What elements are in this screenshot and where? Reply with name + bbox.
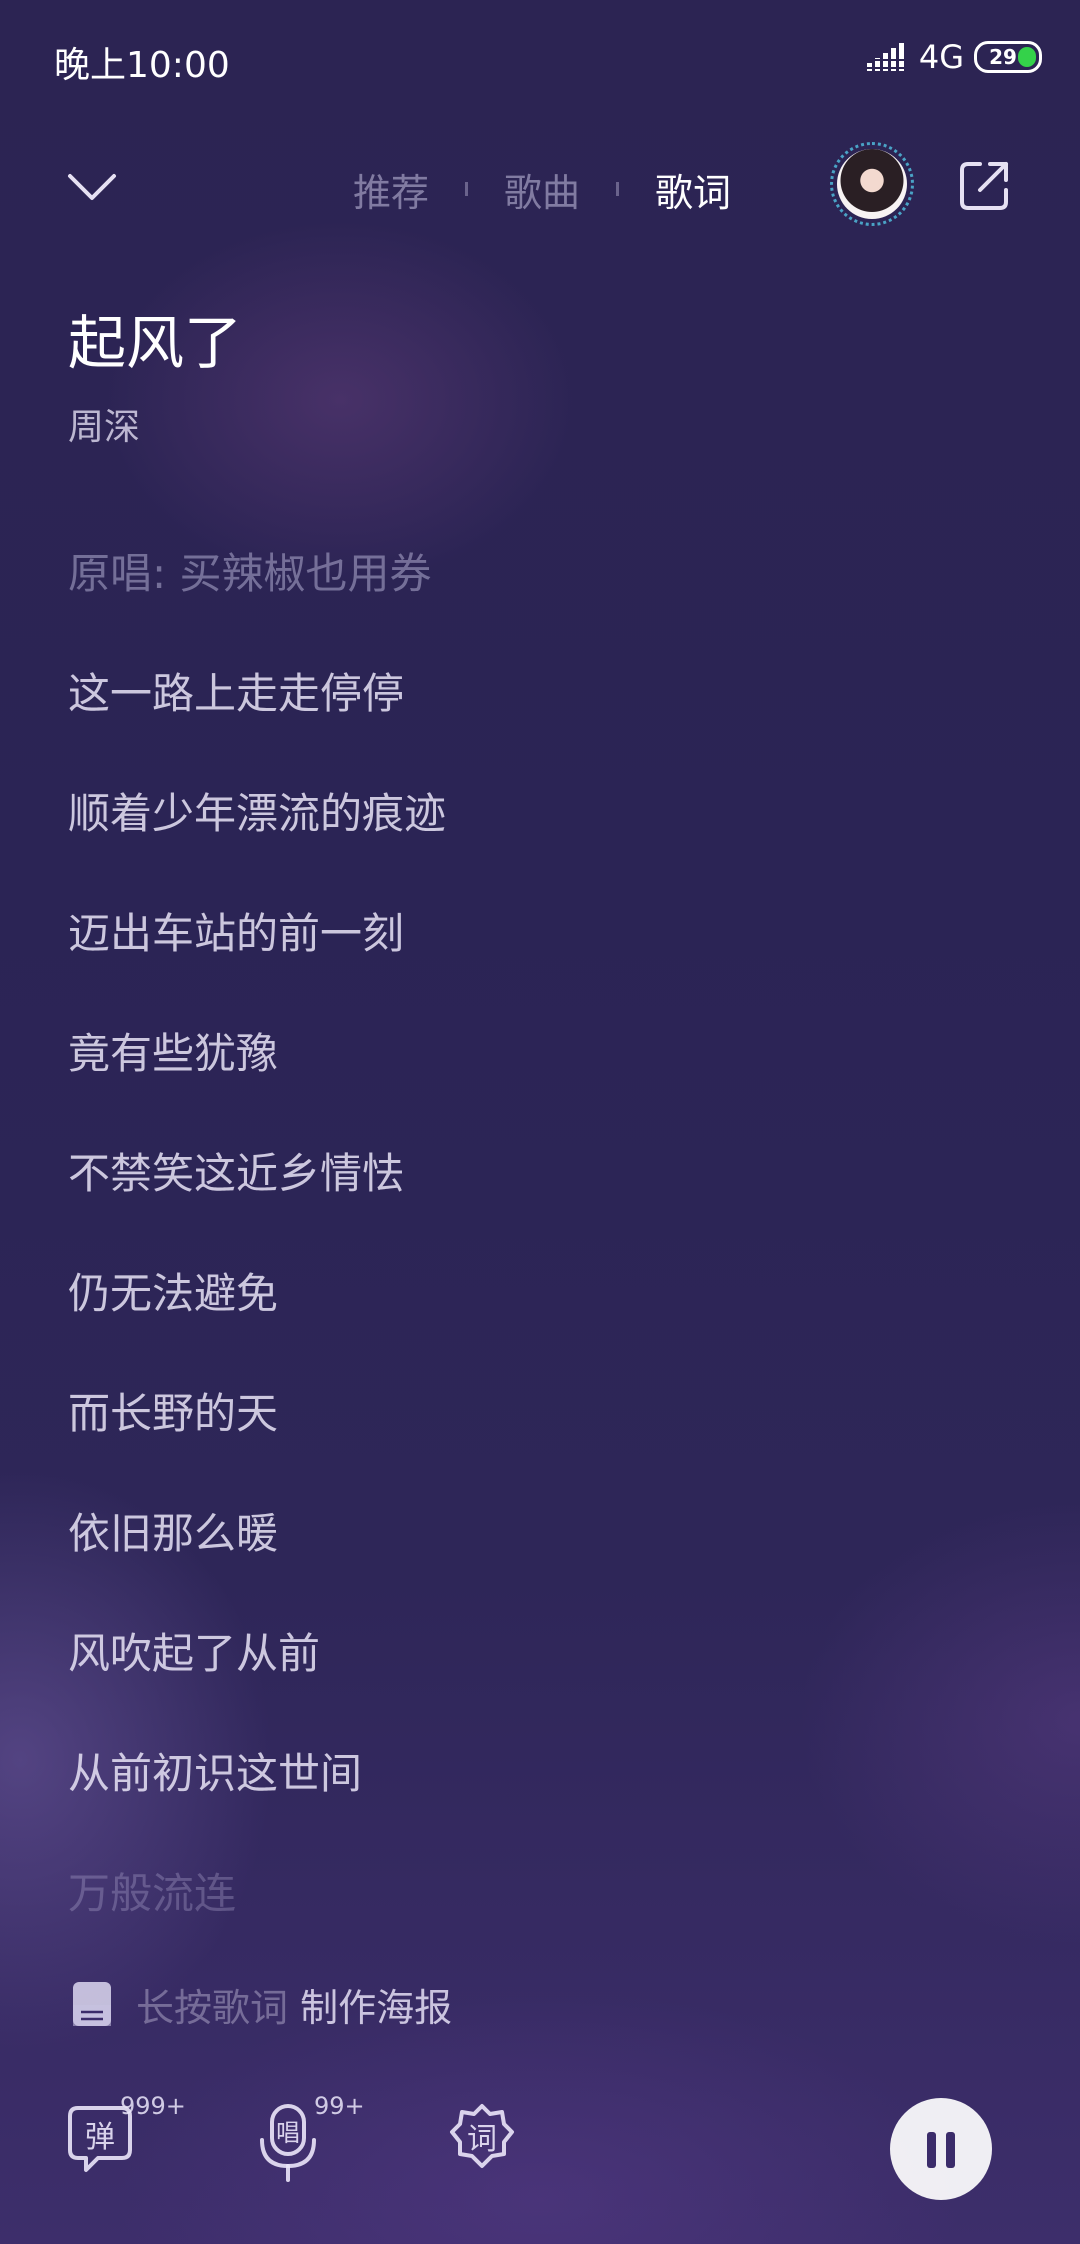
danmaku-button[interactable]: 弹 999+ [64,2092,186,2190]
lyric-line[interactable]: 万般流连 [68,1864,1028,1984]
song-artist[interactable]: 周深 [68,398,140,450]
poster-hint[interactable]: 长按歌词 制作海报 [72,1980,452,2030]
lyrics-tool-button[interactable]: 词 [446,2100,536,2190]
lyrics-tool-glyph: 词 [467,2122,497,2157]
status-time: 晚上10:00 [54,45,230,86]
network-type: 4G [918,38,964,76]
poster-hint-text: 长按歌词 制作海报 [136,1977,452,2032]
user-avatar[interactable] [830,142,914,226]
lyric-line[interactable]: 仍无法避免 [68,1264,1028,1384]
lyric-line[interactable]: 依旧那么暖 [68,1504,1028,1624]
battery-icon: 29 [974,41,1042,73]
status-bar: 晚上10:00 4G 29 [0,0,1080,120]
poster-hint-faded: 长按歌词 [136,1985,289,2030]
sing-button[interactable]: 唱 99+ [252,2092,365,2190]
poster-icon [73,1982,111,2026]
chevron-down-icon[interactable] [62,162,122,212]
poster-hint-action: 制作海报 [288,1985,453,2030]
song-title: 起风了 [68,309,243,377]
status-indicators: 4G 29 [866,38,1042,76]
top-nav: 推荐 歌曲 歌词 [0,140,1080,260]
pause-button[interactable] [890,2098,992,2200]
signal-icon [866,43,904,71]
lyric-line[interactable]: 从前初识这世间 [68,1744,1028,1864]
avatar-image [837,149,907,219]
sing-count: 99+ [314,2092,365,2120]
lyric-credit[interactable]: 原唱: 买辣椒也用券 [68,544,1028,664]
tab-lyrics[interactable]: 歌词 [655,162,731,217]
tab-recommend[interactable]: 推荐 [353,162,429,217]
tab-songs[interactable]: 歌曲 [504,162,580,217]
lyric-line[interactable]: 迈出车站的前一刻 [68,904,1028,1024]
lyric-line[interactable]: 不禁笑这近乡情怯 [68,1144,1028,1264]
lyric-line[interactable]: 而长野的天 [68,1384,1028,1504]
lyric-line[interactable]: 这一路上走走停停 [68,664,1028,784]
bottom-action-bar: 弹 999+ 唱 99+ 词 [0,2090,1080,2220]
lyrics-list[interactable]: 原唱: 买辣椒也用券 这一路上走走停停 顺着少年漂流的痕迹 迈出车站的前一刻 竟… [68,544,1028,1984]
lyric-line[interactable]: 顺着少年漂流的痕迹 [68,784,1028,904]
tab-bar: 推荐 歌曲 歌词 [353,162,731,217]
tab-divider [465,182,469,196]
share-icon[interactable] [954,156,1014,216]
danmaku-count: 999+ [120,2092,186,2120]
battery-level: 29 [989,45,1017,69]
lyric-line[interactable]: 竟有些犹豫 [68,1024,1028,1144]
tab-divider [616,182,620,196]
lyric-line[interactable]: 风吹起了从前 [68,1624,1028,1744]
